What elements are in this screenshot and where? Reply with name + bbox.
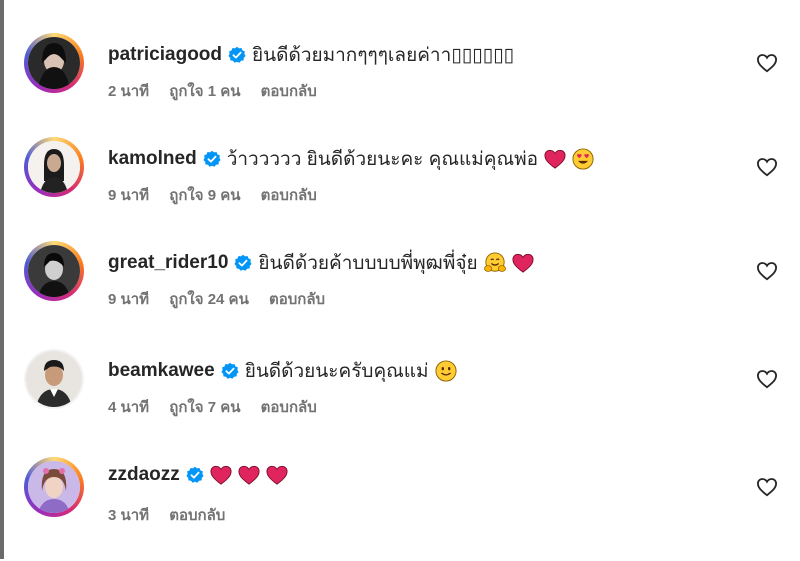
red-heart-emoji bbox=[238, 464, 260, 486]
avatar-story-ring[interactable] bbox=[24, 457, 84, 517]
hugging-face-emoji bbox=[483, 252, 506, 274]
red-heart-emoji bbox=[512, 252, 534, 274]
username[interactable]: patriciagood bbox=[108, 44, 222, 66]
like-count[interactable]: ถูกใจ 24 คน bbox=[169, 291, 249, 308]
comment-time[interactable]: 2 นาที bbox=[108, 83, 149, 100]
avatar-frame[interactable] bbox=[24, 349, 84, 409]
comment-time[interactable]: 9 นาที bbox=[108, 187, 149, 204]
verified-badge-icon bbox=[234, 254, 253, 272]
avatar-story-ring[interactable] bbox=[24, 33, 84, 93]
avatar-story-ring[interactable] bbox=[24, 137, 84, 197]
window-left-edge bbox=[0, 0, 4, 559]
like-count[interactable]: ถูกใจ 9 คน bbox=[169, 187, 240, 204]
heart-outline-icon[interactable] bbox=[756, 369, 778, 389]
username[interactable]: kamolned bbox=[108, 148, 197, 170]
red-heart-emoji bbox=[544, 148, 566, 170]
verified-badge-icon bbox=[186, 466, 204, 484]
comment-text: ยินดีด้วยมากๆๆๆเลยค่าา▯▯▯▯▯▯ bbox=[252, 45, 514, 66]
comment-item: patriciagood ยินดีด้วยมากๆๆๆเลยค่าา▯▯▯▯▯… bbox=[24, 33, 800, 137]
comment-text: ว้าววววว ยินดีด้วยนะคะ คุณแม่คุณพ่อ bbox=[226, 149, 539, 170]
heart-eyes-emoji bbox=[572, 148, 594, 170]
username[interactable]: beamkawee bbox=[108, 360, 215, 382]
comment-item: kamolned ว้าววววว ยินดีด้วยนะคะ คุณแม่คุ… bbox=[24, 137, 800, 241]
reply-button[interactable]: ตอบกลับ bbox=[261, 187, 317, 204]
reply-button[interactable]: ตอบกลับ bbox=[169, 507, 225, 524]
red-heart-emoji bbox=[266, 464, 288, 486]
comment-time[interactable]: 3 นาที bbox=[108, 507, 149, 524]
reply-button[interactable]: ตอบกลับ bbox=[261, 83, 317, 100]
username[interactable]: great_rider10 bbox=[108, 252, 228, 274]
avatar bbox=[28, 245, 80, 297]
comment-item: zzdaozz 3 นาที ตอบกลับ bbox=[24, 457, 800, 561]
heart-outline-icon[interactable] bbox=[756, 53, 778, 73]
slightly-smiling-face-emoji bbox=[435, 360, 457, 382]
like-count[interactable]: ถูกใจ 7 คน bbox=[169, 399, 240, 416]
comment-item: beamkawee ยินดีด้วยนะครับคุณแม่ 4 นาที ถ… bbox=[24, 349, 800, 453]
username[interactable]: zzdaozz bbox=[108, 464, 180, 486]
comment-text: ยินดีด้วยนะครับคุณแม่ bbox=[244, 361, 429, 382]
avatar bbox=[28, 141, 80, 193]
heart-outline-icon[interactable] bbox=[756, 157, 778, 177]
avatar bbox=[26, 351, 82, 407]
verified-badge-icon bbox=[221, 362, 239, 380]
heart-outline-icon[interactable] bbox=[756, 261, 778, 281]
heart-outline-icon[interactable] bbox=[756, 477, 778, 497]
comment-time[interactable]: 9 นาที bbox=[108, 291, 149, 308]
reply-button[interactable]: ตอบกลับ bbox=[269, 291, 325, 308]
reply-button[interactable]: ตอบกลับ bbox=[261, 399, 317, 416]
verified-badge-icon bbox=[228, 46, 246, 64]
verified-badge-icon bbox=[203, 150, 221, 168]
comment-item: great_rider10 ยินดีด้วยค้าบบบบพี่พุฒพี่จ… bbox=[24, 241, 800, 345]
comment-time[interactable]: 4 นาที bbox=[108, 399, 149, 416]
avatar-story-ring[interactable] bbox=[24, 241, 84, 301]
avatar bbox=[28, 37, 80, 89]
red-heart-emoji bbox=[210, 464, 232, 486]
avatar bbox=[28, 461, 80, 513]
like-count[interactable]: ถูกใจ 1 คน bbox=[169, 83, 240, 100]
comment-text: ยินดีด้วยค้าบบบบพี่พุฒพี่จุ๋ย bbox=[258, 253, 478, 274]
